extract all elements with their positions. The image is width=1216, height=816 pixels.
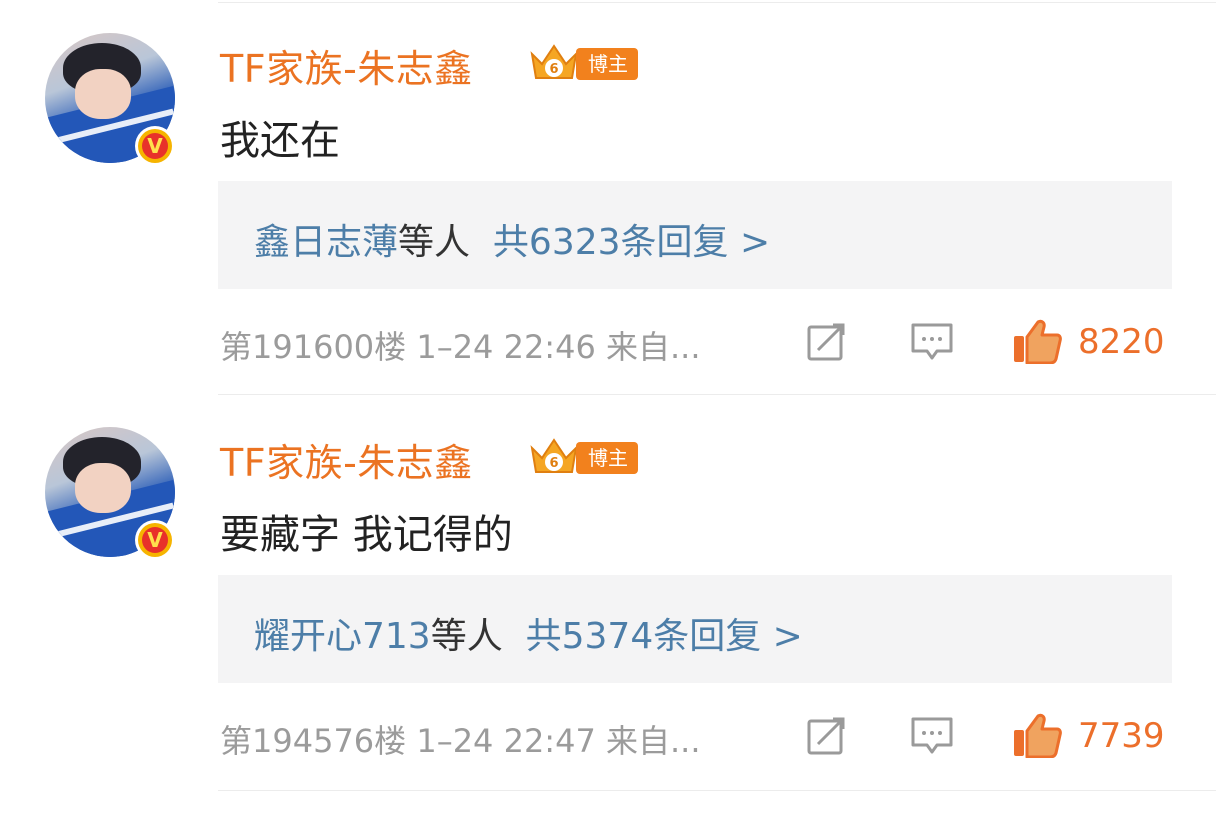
crown-level-icon: 6 <box>530 44 578 79</box>
comment-icon[interactable] <box>910 716 954 756</box>
thumbs-up-icon[interactable] <box>1012 712 1062 758</box>
bottom-divider <box>218 790 1216 791</box>
comment-text: 我还在 <box>220 118 340 164</box>
floor-meta: 第191600楼 1–24 22:46 来自... <box>220 328 701 366</box>
share-icon[interactable] <box>806 322 846 362</box>
reply-summary[interactable]: 鑫日志薄等人 共6323条回复 > <box>254 213 770 265</box>
reply-summary-box[interactable]: 鑫日志薄等人 共6323条回复 > <box>218 181 1172 289</box>
reply-users[interactable]: 耀开心713 <box>254 616 431 657</box>
svg-text:6: 6 <box>549 62 558 77</box>
reply-total-link[interactable]: 共6323条回复 > <box>493 222 770 263</box>
comment-item: V TF家族-朱志鑫 6 博主 我还在 鑫日志薄等人 共6323条回复 > 第1… <box>0 0 1216 394</box>
like-count: 8220 <box>1078 322 1165 362</box>
verified-badge-icon: V <box>135 520 175 560</box>
reply-others: 等人 <box>398 222 471 263</box>
like-count: 7739 <box>1078 716 1165 756</box>
share-icon[interactable] <box>806 716 846 756</box>
username[interactable]: TF家族-朱志鑫 <box>220 432 473 487</box>
svg-text:6: 6 <box>549 456 558 471</box>
comment-text: 要藏字 我记得的 <box>220 512 513 558</box>
crown-level-icon: 6 <box>530 438 578 473</box>
username[interactable]: TF家族-朱志鑫 <box>220 38 473 93</box>
reply-summary-box[interactable]: 耀开心713等人 共5374条回复 > <box>218 575 1172 683</box>
reply-summary[interactable]: 耀开心713等人 共5374条回复 > <box>254 607 803 659</box>
blogger-tag: 博主 <box>576 48 638 80</box>
reply-users[interactable]: 鑫日志薄 <box>254 222 398 263</box>
verified-badge-icon: V <box>135 126 175 166</box>
comment-item: V TF家族-朱志鑫 6 博主 要藏字 我记得的 耀开心713等人 共5374条… <box>0 394 1216 788</box>
blogger-tag: 博主 <box>576 442 638 474</box>
reply-others: 等人 <box>430 616 503 657</box>
floor-meta: 第194576楼 1–24 22:47 来自... <box>220 722 701 760</box>
comment-icon[interactable] <box>910 322 954 362</box>
thumbs-up-icon[interactable] <box>1012 318 1062 364</box>
reply-total-link[interactable]: 共5374条回复 > <box>526 616 803 657</box>
